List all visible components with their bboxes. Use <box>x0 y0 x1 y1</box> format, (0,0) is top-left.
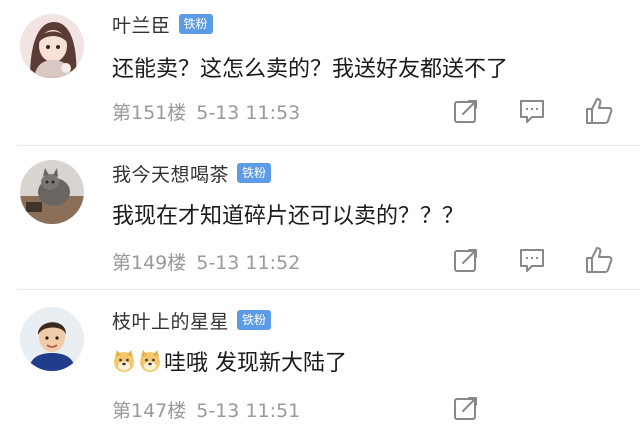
floor-number: 第151楼 <box>112 102 187 124</box>
comment-item: 枝叶上的星星 铁粉 哇哦 发现新大陆了 第147楼 5-13 11:51 <box>0 290 640 430</box>
username[interactable]: 枝叶上的星星 <box>112 307 229 334</box>
username[interactable]: 我今天想喝茶 <box>112 160 229 187</box>
comment-text: 还能卖？这怎么卖的？我送好友都送不了 <box>112 57 509 82</box>
floor-number: 第149楼 <box>112 252 187 274</box>
comment-text: 我现在才知道碎片还可以卖的？？？ <box>112 204 465 229</box>
avatar[interactable] <box>20 14 84 78</box>
like-button[interactable] <box>584 245 614 275</box>
doge-emoji-icon <box>112 349 136 373</box>
fan-badge[interactable]: 铁粉 <box>237 310 272 330</box>
comment-item: 我今天想喝茶 铁粉 我现在才知道碎片还可以卖的？？？ 第149楼 5-13 11:… <box>0 146 640 289</box>
comment-icon <box>520 249 544 272</box>
username[interactable]: 叶兰臣 <box>112 11 171 38</box>
share-icon <box>454 397 477 420</box>
comment-meta: 第151楼 5-13 11:53 <box>112 98 300 125</box>
thumbs-up-icon <box>586 247 613 273</box>
comment-text: 哇哦 发现新大陆了 <box>164 351 347 376</box>
reply-button[interactable] <box>517 96 547 126</box>
timestamp: 5-13 11:52 <box>196 252 301 274</box>
comment-icon <box>520 100 544 123</box>
comment-item: 叶兰臣 铁粉 还能卖？这怎么卖的？我送好友都送不了 第151楼 5-13 11:5… <box>0 0 640 145</box>
fan-badge[interactable]: 铁粉 <box>178 14 213 34</box>
like-button[interactable] <box>584 96 614 126</box>
comment-body: 哇哦 发现新大陆了 <box>112 346 347 376</box>
doge-emoji-icon <box>138 349 162 373</box>
share-button[interactable] <box>451 393 481 423</box>
floor-number: 第147楼 <box>112 400 187 422</box>
avatar[interactable] <box>20 160 84 224</box>
fan-badge[interactable]: 铁粉 <box>237 163 272 183</box>
timestamp: 5-13 11:53 <box>196 102 301 124</box>
reply-button[interactable] <box>517 245 547 275</box>
timestamp: 5-13 11:51 <box>196 400 301 422</box>
share-button[interactable] <box>451 245 481 275</box>
share-icon <box>454 249 477 272</box>
comment-meta: 第149楼 5-13 11:52 <box>112 248 300 275</box>
comment-meta: 第147楼 5-13 11:51 <box>112 396 300 423</box>
avatar[interactable] <box>20 307 84 371</box>
share-icon <box>454 100 477 123</box>
comment-thread: 叶兰臣 铁粉 还能卖？这怎么卖的？我送好友都送不了 第151楼 5-13 11:5… <box>0 0 640 430</box>
share-button[interactable] <box>451 96 481 126</box>
thumbs-up-icon <box>586 98 613 124</box>
